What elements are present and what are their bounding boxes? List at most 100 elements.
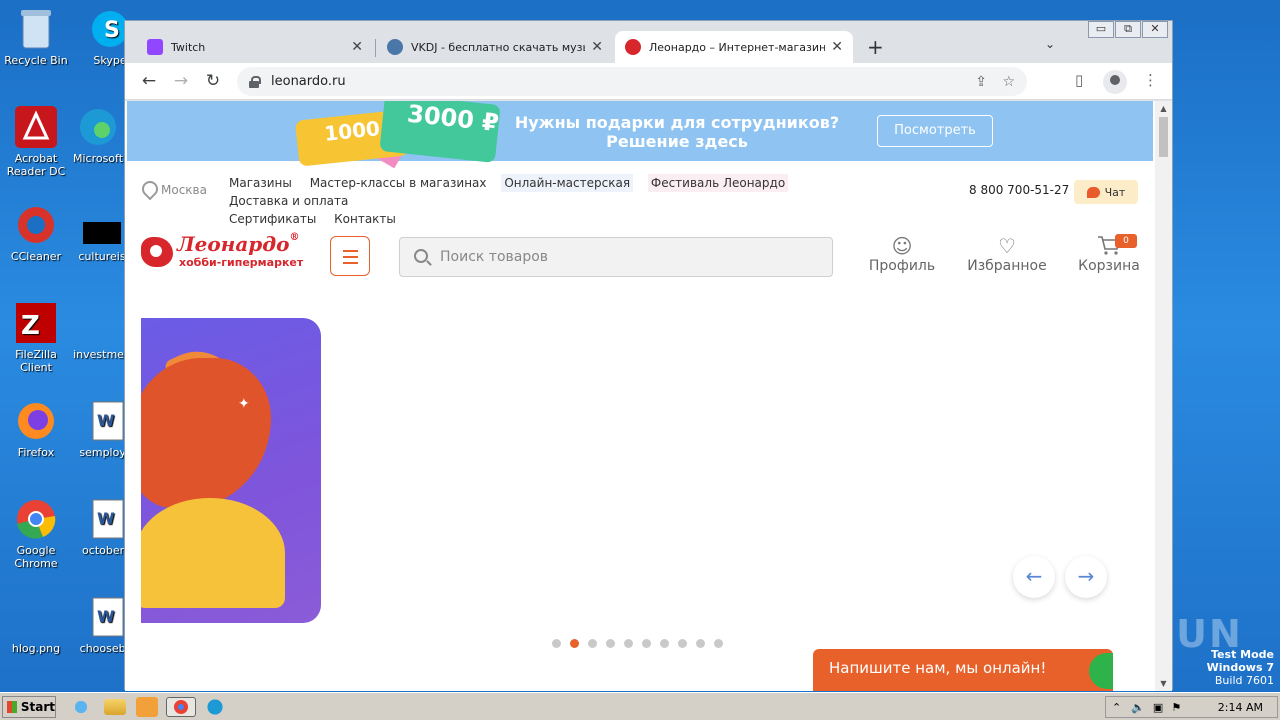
main-header: Леонардо® хобби-гипермаркет ☺ Профиль ♡ … (125, 226, 1155, 286)
city-selector[interactable]: Москва (141, 181, 207, 199)
slider-dot[interactable] (552, 639, 561, 648)
desktop-icon-firefox[interactable]: Firefox (0, 398, 72, 459)
tab-strip: Twitch ✕ VKDJ - бесплатно скачать музыку… (125, 21, 1172, 63)
slider-dot[interactable] (606, 639, 615, 648)
ie-taskbar-icon[interactable] (70, 697, 92, 717)
profile-button[interactable]: ☺ Профиль (862, 234, 942, 274)
close-window-button[interactable]: ✕ (1142, 21, 1168, 38)
slider-prev-button[interactable]: ← (1013, 556, 1055, 598)
nav-link-online-workshop[interactable]: Онлайн-мастерская (501, 174, 634, 192)
chat-button[interactable]: Чат (1074, 180, 1138, 204)
desktop-icon-hlog[interactable]: hlog.png (0, 594, 72, 655)
scroll-down-arrow-icon[interactable]: ▼ (1155, 679, 1172, 688)
chrome-taskbar-icon[interactable] (166, 697, 196, 717)
logo-name: Леонардо® (177, 232, 300, 256)
tab-leonardo[interactable]: Леонардо – Интернет-магазин для ✕ (615, 31, 853, 63)
forward-button[interactable]: → (169, 70, 193, 94)
hamburger-icon (343, 250, 358, 252)
search-input[interactable] (440, 246, 820, 268)
reload-button[interactable]: ↻ (201, 70, 225, 94)
leonardo-logo[interactable]: Леонардо® хобби-гипермаркет (141, 232, 306, 274)
edge-taskbar-icon[interactable] (204, 697, 226, 717)
minimize-button[interactable]: ▭ (1088, 21, 1114, 38)
favorites-button[interactable]: ♡ Избранное (967, 234, 1047, 274)
desktop-icon-chrome[interactable]: Google Chrome (0, 496, 72, 570)
slider-dot[interactable] (570, 639, 579, 648)
page-viewport: 1000 3000 ₽ Нужны подарки для сотруднико… (125, 101, 1155, 691)
cart-icon: 0 (1069, 234, 1149, 258)
media-player-taskbar-icon[interactable] (136, 697, 158, 717)
location-pin-icon (141, 181, 155, 199)
gift-cards-illustration: 1000 3000 ₽ (294, 101, 501, 169)
word-doc-icon: W (83, 594, 129, 640)
svg-text:W: W (97, 607, 115, 626)
nav-link-festival[interactable]: Фестиваль Леонардо (647, 174, 789, 192)
side-panel-icon[interactable]: ▯ (1075, 71, 1083, 89)
hero-slider: ✦ ← → (125, 316, 1155, 676)
file-icon (79, 202, 125, 248)
filezilla-icon: Z (13, 300, 59, 346)
new-tab-button[interactable]: + (867, 35, 884, 59)
close-tab-icon[interactable]: ✕ (591, 39, 603, 55)
bookmark-star-icon[interactable]: ☆ (1002, 74, 1015, 90)
url-text: leonardo.ru (271, 74, 346, 89)
test-mode-notice: Test Mode Windows 7 Build 7601 (1206, 648, 1274, 687)
profile-avatar-icon[interactable] (1103, 70, 1127, 94)
page-scrollbar[interactable]: ▲ ▼ (1155, 101, 1172, 691)
slider-dot[interactable] (642, 639, 651, 648)
start-button[interactable]: Start (2, 696, 56, 718)
network-icon[interactable]: ▣ (1153, 701, 1163, 714)
cart-button[interactable]: 0 Корзина (1069, 234, 1149, 274)
explorer-taskbar-icon[interactable] (104, 699, 126, 715)
clock[interactable]: 2:14 AM (1218, 701, 1263, 714)
slider-dot[interactable] (660, 639, 669, 648)
phone-number[interactable]: 8 800 700-51-27 (969, 183, 1069, 197)
flag-icon[interactable]: ⚑ (1171, 701, 1181, 714)
close-tab-icon[interactable]: ✕ (831, 39, 843, 55)
browser-menu-icon[interactable]: ⋮ (1143, 71, 1158, 89)
desktop-icon-recycle-bin[interactable]: Recycle Bin (0, 6, 72, 67)
online-chat-widget[interactable]: Напишите нам, мы онлайн! (813, 649, 1113, 691)
speaker-icon[interactable]: 🔈 (1131, 701, 1145, 714)
back-button[interactable]: ← (137, 70, 161, 94)
slider-dot[interactable] (588, 639, 597, 648)
desktop-icon-filezilla[interactable]: Z FileZilla Client (0, 300, 72, 374)
online-status-indicator (1089, 653, 1113, 689)
slider-dot[interactable] (678, 639, 687, 648)
slider-dot[interactable] (714, 639, 723, 648)
image-file-icon (13, 594, 59, 640)
promo-banner[interactable]: 1000 3000 ₽ Нужны подарки для сотруднико… (127, 101, 1153, 169)
dragon-promo-slide[interactable]: ✦ (141, 318, 321, 623)
windows-flag-icon (7, 701, 17, 713)
heart-icon: ♡ (998, 234, 1016, 258)
tab-twitch[interactable]: Twitch ✕ (137, 31, 373, 63)
logo-tagline: хобби-гипермаркет (179, 256, 304, 269)
search-box (399, 237, 833, 277)
slider-dot[interactable] (696, 639, 705, 648)
ccleaner-icon (13, 202, 59, 248)
maximize-button[interactable]: ⧉ (1115, 21, 1141, 38)
desktop-icon-ccleaner[interactable]: CCleaner (0, 202, 72, 263)
scrollbar-thumb[interactable] (1159, 117, 1168, 157)
tab-search-chevron-icon[interactable]: ⌄ (1045, 37, 1055, 51)
palm-logo-icon (141, 237, 173, 267)
tab-vkdj[interactable]: VKDJ - бесплатно скачать музыку ✕ (377, 31, 613, 63)
address-bar[interactable]: leonardo.ru ⇪ ☆ (237, 67, 1027, 96)
chevron-up-icon[interactable]: ⌃ (1112, 701, 1121, 714)
system-tray: ⌃ 🔈 ▣ ⚑ 2:14 AM (1105, 696, 1278, 718)
nav-link-delivery[interactable]: Доставка и оплата (229, 192, 348, 210)
nav-link-masterclasses[interactable]: Мастер-классы в магазинах (310, 174, 487, 192)
smiley-profile-icon: ☺ (891, 234, 913, 258)
promo-view-button[interactable]: Посмотреть (877, 115, 993, 147)
nav-link-stores[interactable]: Магазины (229, 174, 292, 192)
lock-icon[interactable] (249, 75, 261, 88)
acrobat-icon (13, 104, 59, 150)
catalog-menu-button[interactable] (330, 236, 370, 276)
slider-next-button[interactable]: → (1065, 556, 1107, 598)
chrome-icon (13, 496, 59, 542)
share-icon[interactable]: ⇪ (975, 74, 987, 90)
close-tab-icon[interactable]: ✕ (351, 39, 363, 55)
slider-dot[interactable] (624, 639, 633, 648)
scroll-up-arrow-icon[interactable]: ▲ (1155, 104, 1172, 113)
top-nav: Москва Магазины Мастер-классы в магазина… (125, 161, 1155, 226)
